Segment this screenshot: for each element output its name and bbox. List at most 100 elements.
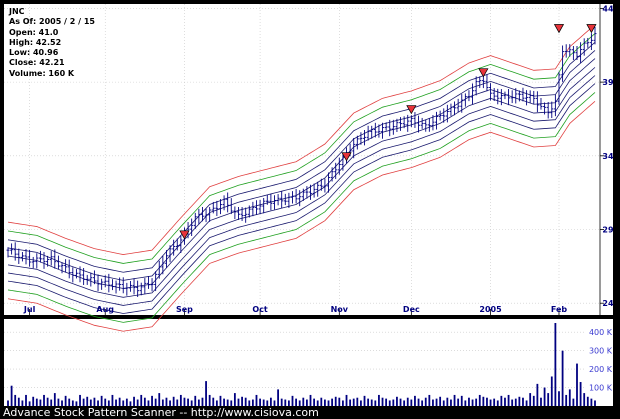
- high-label: High: 42.52: [9, 37, 62, 47]
- volume-tick-label: 200 K: [589, 365, 613, 374]
- volume-bar: [133, 396, 135, 406]
- volume-bar: [32, 396, 35, 406]
- volume-bar: [374, 400, 377, 406]
- volume-bar: [450, 399, 452, 406]
- volume-bar: [446, 397, 449, 406]
- volume-bar: [302, 397, 305, 406]
- footer-credit: Advance Stock Pattern Scanner -- http://…: [3, 406, 319, 419]
- volume-bar: [352, 398, 355, 406]
- volume-bar: [349, 399, 352, 406]
- volume-bar: [493, 398, 496, 406]
- volume-bar: [219, 395, 222, 406]
- volume-bar: [399, 398, 402, 406]
- volume-bar: [432, 399, 434, 406]
- volume-bar: [439, 396, 442, 406]
- volume-bar: [165, 397, 168, 406]
- volume-bar: [540, 397, 542, 406]
- volume-bar: [187, 398, 189, 406]
- volume-bar: [453, 394, 456, 406]
- volume-bar: [342, 400, 344, 406]
- volume-bar: [518, 396, 521, 406]
- volume-bar: [46, 397, 49, 406]
- volume-bar: [396, 396, 398, 406]
- volume-bar: [489, 399, 492, 406]
- close-label: Close: 42.21: [9, 58, 65, 68]
- volume-bar: [140, 394, 143, 406]
- volume-bar: [403, 400, 406, 406]
- volume-bar: [500, 395, 503, 406]
- volume-bar: [468, 397, 470, 406]
- volume-bar: [143, 397, 146, 406]
- volume-tick-label: 300 K: [589, 347, 613, 356]
- volume-bar: [280, 398, 283, 406]
- volume-bar: [82, 398, 85, 406]
- volume-bar: [370, 399, 373, 406]
- volume-bar: [111, 394, 114, 406]
- volume-bar: [428, 394, 431, 406]
- volume-bar: [205, 381, 207, 406]
- volume-bar: [291, 395, 294, 406]
- price-tick-label: 29: [602, 226, 614, 235]
- volume-bar: [378, 394, 380, 406]
- volume-bar: [482, 396, 485, 406]
- volume-bar: [233, 393, 236, 406]
- volume-bar: [269, 397, 272, 406]
- volume-bar: [568, 389, 571, 406]
- volume-bar: [334, 396, 337, 406]
- volume-bar: [579, 382, 582, 406]
- volume-bar: [309, 394, 312, 406]
- volume-bar: [565, 394, 568, 406]
- volume-bar: [511, 399, 514, 406]
- time-tick-label: Oct: [252, 305, 268, 314]
- volume-bar: [86, 396, 89, 406]
- volume-bar: [496, 400, 499, 406]
- volume-bar: [17, 397, 20, 406]
- volume-bar: [522, 397, 524, 406]
- volume-bar: [255, 394, 258, 406]
- volume-bar: [561, 350, 564, 406]
- volume-bar: [324, 399, 326, 406]
- volume-bar: [194, 395, 197, 406]
- volume-bar: [277, 389, 279, 406]
- volume-bar: [594, 400, 596, 406]
- volume-bar: [554, 323, 557, 406]
- volume-bar: [208, 394, 211, 406]
- volume-bar: [158, 393, 161, 406]
- volume-bar: [414, 395, 416, 406]
- volume-bar: [118, 397, 121, 406]
- volume-bar: [417, 398, 420, 406]
- volume-bar: [172, 396, 175, 406]
- time-tick-label: Aug: [96, 305, 114, 314]
- volume-bar: [68, 398, 71, 406]
- volume-bar: [586, 396, 589, 406]
- volume-bar: [406, 397, 409, 406]
- volume-bar: [590, 398, 593, 406]
- as-of-label: As Of: 2005 / 2 / 15: [9, 17, 95, 27]
- volume-bar: [313, 398, 316, 406]
- volume-bar: [486, 397, 488, 406]
- volume-bar: [151, 395, 153, 406]
- volume-bar: [424, 397, 427, 406]
- volume-bar: [507, 394, 510, 406]
- time-tick-label: Sep: [176, 305, 193, 314]
- volume-bar: [57, 398, 60, 406]
- volume-bar: [295, 398, 297, 406]
- volume-bar: [125, 398, 128, 406]
- volume-bar: [471, 399, 474, 406]
- price-panel: [4, 4, 613, 315]
- volume-bar: [345, 394, 348, 406]
- volume-bar: [327, 400, 330, 406]
- volume-bar: [532, 395, 535, 406]
- volume-bar: [25, 394, 27, 406]
- volume-bar: [179, 394, 182, 406]
- volume-bar: [241, 396, 243, 406]
- volume-bar: [457, 398, 460, 406]
- open-label: Open: 41.0: [9, 27, 59, 37]
- volume-bar: [104, 398, 107, 406]
- price-tick-label: 34: [602, 152, 614, 161]
- volume-bar: [35, 398, 38, 406]
- volume-bar: [154, 398, 157, 406]
- volume-bar: [435, 398, 438, 406]
- price-tick-label: 39: [602, 78, 614, 87]
- volume-bar: [10, 385, 13, 406]
